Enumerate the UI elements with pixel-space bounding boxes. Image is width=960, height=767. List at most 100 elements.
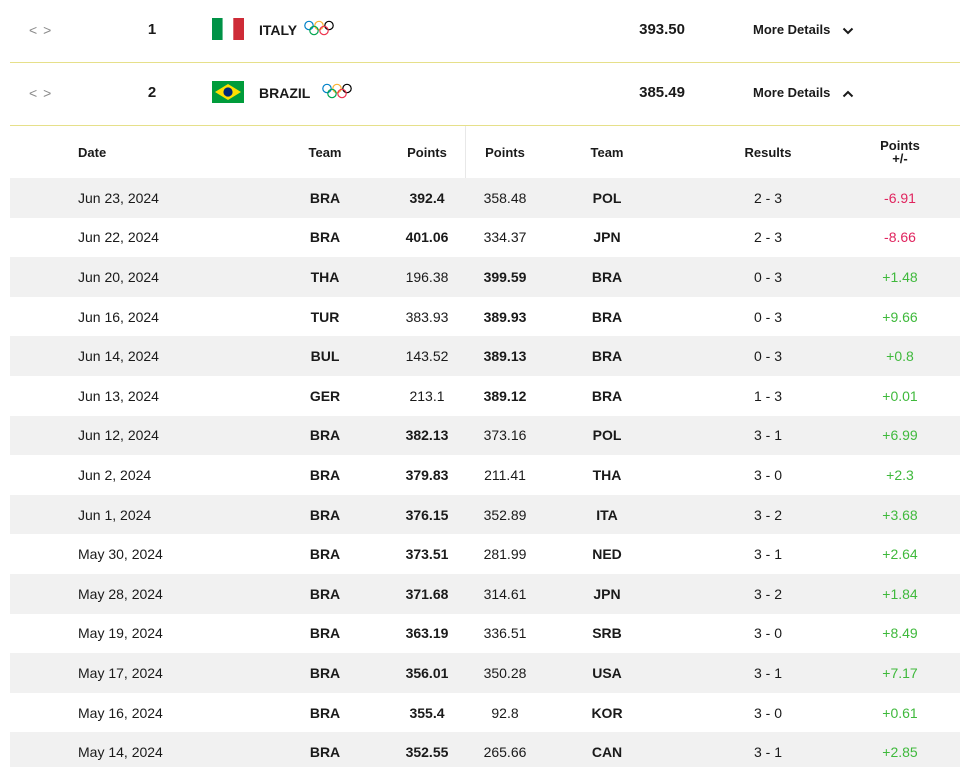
header-date: Date	[78, 144, 107, 160]
cell-result: 3 - 1	[753, 427, 782, 444]
cell-date: Jun 14, 2024	[78, 348, 159, 365]
cell-date: Jun 23, 2024	[78, 189, 159, 206]
cell-opponent-points: 373.16	[483, 427, 527, 444]
table-row: Jun 1, 2024 BRA 376.15 352.89 ITA 3 - 2 +3.68	[10, 494, 960, 535]
cell-opponent-points: 350.28	[483, 664, 527, 681]
cell-team: BRA	[309, 744, 341, 761]
cell-team: GER	[309, 387, 341, 404]
match-table-body: Jun 23, 2024 BRA 392.4 358.48 POL 2 - 3 -6.91 J…	[10, 178, 960, 767]
cell-opponent-team: BRA	[591, 348, 623, 365]
ranking-points: 393.50	[639, 21, 685, 38]
more-details-toggle[interactable]: More Details	[753, 20, 854, 40]
cell-opponent-points: 358.48	[483, 189, 527, 206]
chevron-down-icon	[842, 27, 854, 34]
table-row: Jun 12, 2024 BRA 382.13 373.16 POL 3 - 1 +6.99	[10, 415, 960, 456]
cell-opponent-points: 399.59	[483, 268, 527, 285]
cell-opponent-points: 281.99	[483, 546, 527, 563]
cell-result: 1 - 3	[753, 387, 782, 404]
rank-number: 2	[147, 84, 157, 101]
cell-date: May 30, 2024	[78, 546, 163, 563]
cell-points-change: -8.66	[884, 229, 916, 246]
table-row: May 14, 2024 BRA 352.55 265.66 CAN 3 - 1 +2.85	[10, 732, 960, 767]
cell-opponent-points: 389.12	[483, 387, 527, 404]
cell-date: May 28, 2024	[78, 585, 163, 602]
table-row: Jun 13, 2024 GER 213.1 389.12 BRA 1 - 3 +0.01	[10, 376, 960, 416]
cell-result: 3 - 2	[753, 506, 782, 523]
cell-opponent-points: 389.13	[483, 348, 527, 365]
olympic-rings-icon	[322, 83, 352, 99]
cell-team: BRA	[309, 506, 341, 523]
cell-date: Jun 22, 2024	[78, 229, 159, 246]
cell-points-change: -6.91	[884, 189, 916, 206]
cell-points-change: +7.17	[882, 664, 918, 681]
cell-points-change: +1.48	[882, 268, 918, 285]
cell-team: BRA	[309, 546, 341, 563]
cell-team: THA	[310, 268, 340, 285]
cell-points: 401.06	[405, 229, 449, 246]
cell-team: BRA	[309, 585, 341, 602]
rank-number: 1	[147, 21, 157, 38]
header-team: Team	[308, 144, 342, 160]
cell-opponent-points: 352.89	[483, 506, 527, 523]
cell-points: 356.01	[405, 664, 449, 681]
table-row: May 17, 2024 BRA 356.01 350.28 USA 3 - 1 +7.17	[10, 653, 960, 693]
cell-team: BUL	[310, 348, 340, 365]
country-name: ITALY	[259, 22, 298, 38]
table-row: May 28, 2024 BRA 371.68 314.61 JPN 3 - 2 +1.84	[10, 573, 960, 614]
header-opponent-points: Points	[485, 144, 525, 160]
header-results: Results	[744, 144, 792, 160]
code-arrows-icon[interactable]: < >	[29, 22, 51, 38]
cell-opponent-team: NED	[592, 546, 622, 563]
cell-result: 3 - 2	[753, 585, 782, 602]
more-details-label: More Details	[753, 22, 831, 37]
ranking-row-brazil: < > 2 BRAZIL 385.49 More Details	[0, 63, 960, 125]
cell-result: 2 - 3	[753, 189, 782, 206]
table-row: May 19, 2024 BRA 363.19 336.51 SRB 3 - 0 +8.49	[10, 614, 960, 654]
cell-opponent-points: 389.93	[483, 308, 527, 325]
cell-result: 3 - 0	[753, 625, 782, 642]
cell-date: May 19, 2024	[78, 625, 163, 642]
cell-opponent-team: ITA	[596, 506, 618, 523]
cell-points-change: +2.85	[882, 744, 918, 761]
cell-points: 382.13	[405, 427, 449, 444]
header-column-divider	[465, 126, 466, 178]
more-details-label: More Details	[753, 85, 831, 100]
cell-points: 376.15	[405, 506, 449, 523]
code-arrows-icon[interactable]: < >	[29, 85, 51, 101]
country-name: BRAZIL	[259, 85, 311, 101]
table-row: Jun 16, 2024 TUR 383.93 389.93 BRA 0 - 3 +9.66	[10, 297, 960, 337]
cell-opponent-team: SRB	[592, 625, 622, 642]
cell-team: BRA	[309, 704, 341, 721]
cell-date: Jun 16, 2024	[78, 308, 159, 325]
cell-points: 383.93	[405, 308, 449, 325]
cell-points: 213.1	[409, 387, 445, 404]
more-details-toggle[interactable]: More Details	[753, 83, 854, 103]
flag-brazil-icon	[212, 81, 244, 103]
cell-points-change: +6.99	[882, 427, 918, 444]
table-row: Jun 2, 2024 BRA 379.83 211.41 THA 3 - 0 +2.3	[10, 455, 960, 495]
cell-points: 371.68	[405, 585, 449, 602]
cell-result: 0 - 3	[753, 308, 782, 325]
cell-points-change: +0.61	[882, 704, 918, 721]
cell-points-change: +9.66	[882, 308, 918, 325]
chevron-up-icon	[842, 90, 854, 97]
cell-team: BRA	[309, 625, 341, 642]
cell-opponent-team: POL	[592, 189, 622, 206]
cell-team: BRA	[309, 189, 341, 206]
cell-result: 0 - 3	[753, 348, 782, 365]
header-points-change: Points +/-	[860, 126, 940, 178]
cell-opponent-team: USA	[592, 664, 622, 681]
cell-opponent-team: JPN	[593, 229, 621, 246]
cell-opponent-team: CAN	[591, 744, 623, 761]
cell-team: BRA	[309, 466, 341, 483]
cell-date: May 17, 2024	[78, 664, 163, 681]
table-row: Jun 23, 2024 BRA 392.4 358.48 POL 2 - 3 -6.91	[10, 178, 960, 218]
header-points: Points	[407, 144, 447, 160]
table-row: Jun 20, 2024 THA 196.38 399.59 BRA 0 - 3 +1.48	[10, 257, 960, 297]
cell-points: 355.4	[409, 704, 445, 721]
cell-result: 3 - 1	[753, 546, 782, 563]
cell-opponent-points: 265.66	[483, 744, 527, 761]
table-row: May 16, 2024 BRA 355.4 92.8 KOR 3 - 0 +0.61	[10, 693, 960, 733]
cell-opponent-points: 92.8	[491, 704, 519, 721]
cell-result: 3 - 0	[753, 466, 782, 483]
